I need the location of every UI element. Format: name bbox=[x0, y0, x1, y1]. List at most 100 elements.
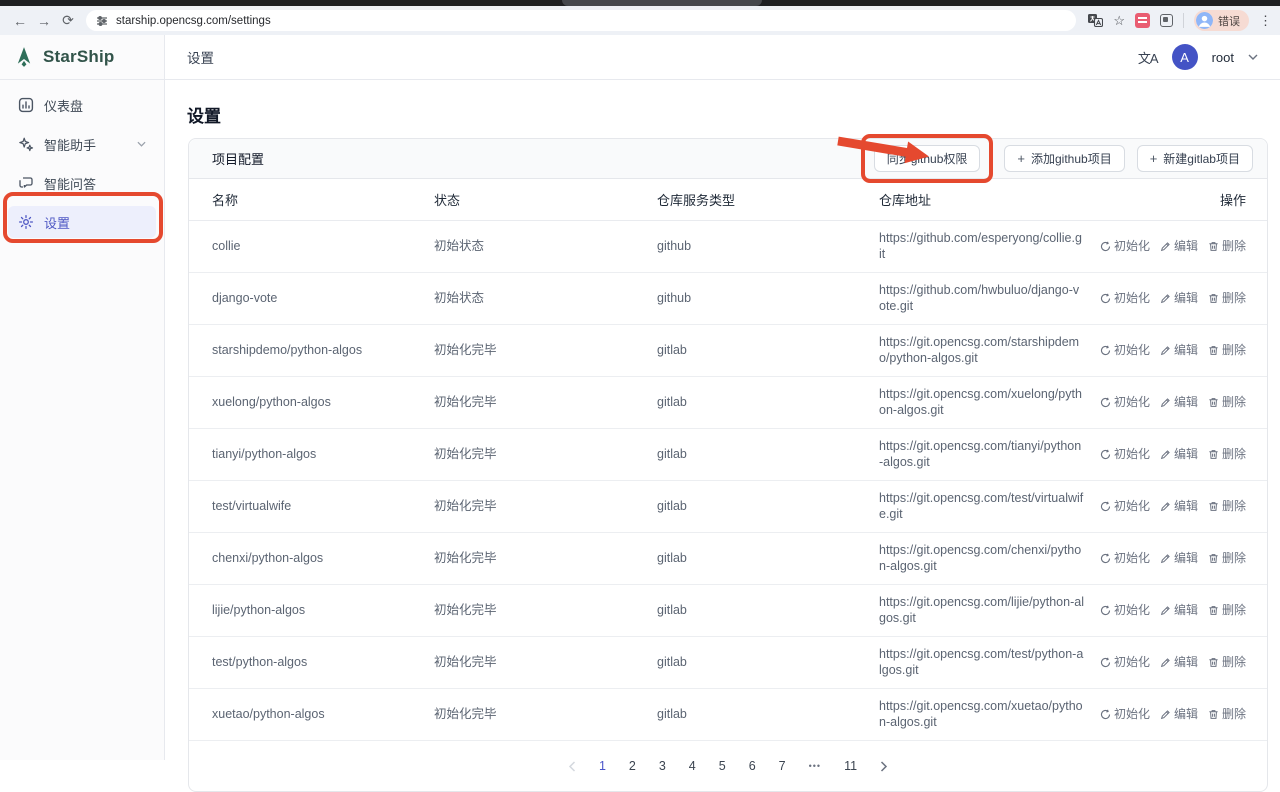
delete-action[interactable]: 删除 bbox=[1208, 707, 1246, 723]
row-actions: 初始化 编辑 删除 bbox=[1089, 707, 1246, 723]
init-action[interactable]: 初始化 bbox=[1100, 343, 1150, 359]
pagination-page[interactable]: 1 bbox=[599, 759, 606, 773]
pagination-page[interactable]: 7 bbox=[779, 759, 786, 773]
sync-github-permission-button[interactable]: 同步github权限 bbox=[874, 145, 981, 172]
sidebar-item-dashboard[interactable]: 仪表盘 bbox=[8, 89, 156, 121]
repo-type: gitlab bbox=[657, 395, 879, 411]
language-switch-icon[interactable]: 文A bbox=[1138, 48, 1158, 67]
sidebar-item-settings[interactable]: 设置 bbox=[8, 206, 156, 238]
repo-name: starshipdemo/python-algos bbox=[212, 343, 434, 359]
extensions-icon[interactable] bbox=[1160, 14, 1173, 27]
sidebar-item-qa[interactable]: 智能问答 bbox=[8, 167, 156, 199]
pagination-page[interactable]: 5 bbox=[719, 759, 726, 773]
row-actions: 初始化 编辑 删除 bbox=[1089, 291, 1246, 307]
pagination-next-icon[interactable] bbox=[880, 761, 888, 772]
delete-action[interactable]: 删除 bbox=[1208, 499, 1246, 515]
edit-action[interactable]: 编辑 bbox=[1160, 551, 1198, 567]
repo-name: tianyi/python-algos bbox=[212, 447, 434, 463]
url-text[interactable]: starship.opencsg.com/settings bbox=[116, 15, 271, 27]
app-header: 设置 文A A root bbox=[165, 35, 1280, 80]
profile-chip[interactable]: 错误 bbox=[1194, 10, 1249, 31]
init-action[interactable]: 初始化 bbox=[1100, 551, 1150, 567]
delete-action[interactable]: 删除 bbox=[1208, 447, 1246, 463]
delete-action[interactable]: 删除 bbox=[1208, 343, 1246, 359]
refresh-icon bbox=[1100, 657, 1111, 668]
sidebar-item-assistant[interactable]: 智能助手 bbox=[8, 128, 156, 160]
delete-action[interactable]: 删除 bbox=[1208, 291, 1246, 307]
delete-action[interactable]: 删除 bbox=[1208, 395, 1246, 411]
repo-name: test/python-algos bbox=[212, 655, 434, 671]
init-action[interactable]: 初始化 bbox=[1100, 291, 1150, 307]
pagination-page[interactable]: 11 bbox=[844, 759, 857, 773]
repo-status: 初始化完毕 bbox=[434, 499, 657, 515]
init-action[interactable]: 初始化 bbox=[1100, 447, 1150, 463]
table-row: chenxi/python-algos 初始化完毕 gitlab https:/… bbox=[189, 533, 1267, 585]
back-button[interactable]: ← bbox=[8, 9, 32, 33]
chevron-down-icon[interactable] bbox=[137, 141, 146, 147]
repo-type: github bbox=[657, 291, 879, 307]
repo-url: https://git.opencsg.com/xuetao/python-al… bbox=[879, 699, 1084, 730]
trash-icon bbox=[1208, 553, 1219, 564]
table-row: tianyi/python-algos 初始化完毕 gitlab https:/… bbox=[189, 429, 1267, 481]
reload-button[interactable]: ⟳ bbox=[56, 9, 80, 33]
table-header: 名称 状态 仓库服务类型 仓库地址 操作 bbox=[189, 179, 1267, 221]
repo-status: 初始化完毕 bbox=[434, 551, 657, 567]
edit-action[interactable]: 编辑 bbox=[1160, 291, 1198, 307]
translate-icon[interactable] bbox=[1088, 14, 1103, 27]
edit-action[interactable]: 编辑 bbox=[1160, 239, 1198, 255]
repo-type: gitlab bbox=[657, 343, 879, 359]
pagination-pages: 1234567•••11 bbox=[599, 759, 857, 773]
column-header-repo-url: 仓库地址 bbox=[879, 190, 1089, 209]
pagination-page[interactable]: 2 bbox=[629, 759, 636, 773]
delete-action[interactable]: 删除 bbox=[1208, 239, 1246, 255]
row-actions: 初始化 编辑 删除 bbox=[1089, 655, 1246, 671]
init-action[interactable]: 初始化 bbox=[1100, 395, 1150, 411]
repo-url: https://git.opencsg.com/test/python-algo… bbox=[879, 647, 1084, 678]
bookmark-star-icon[interactable]: ☆ bbox=[1113, 13, 1125, 29]
refresh-icon bbox=[1100, 449, 1111, 460]
delete-action[interactable]: 删除 bbox=[1208, 603, 1246, 619]
add-github-project-button[interactable]: + 添加github项目 bbox=[1004, 145, 1124, 172]
delete-action[interactable]: 删除 bbox=[1208, 655, 1246, 671]
edit-action[interactable]: 编辑 bbox=[1160, 707, 1198, 723]
site-settings-icon[interactable] bbox=[96, 15, 108, 27]
pagination-page[interactable]: 6 bbox=[749, 759, 756, 773]
trash-icon bbox=[1208, 345, 1219, 356]
chevron-down-icon[interactable] bbox=[1248, 54, 1258, 60]
user-avatar[interactable]: A bbox=[1172, 44, 1198, 70]
pencil-icon bbox=[1160, 709, 1171, 720]
column-header-status: 状态 bbox=[434, 190, 657, 209]
pencil-icon bbox=[1160, 241, 1171, 252]
edit-action[interactable]: 编辑 bbox=[1160, 603, 1198, 619]
forward-button[interactable]: → bbox=[32, 9, 56, 33]
extension-icon-pink[interactable] bbox=[1135, 13, 1150, 28]
repo-type: gitlab bbox=[657, 499, 879, 515]
pencil-icon bbox=[1160, 397, 1171, 408]
pagination-prev-icon[interactable] bbox=[568, 761, 576, 772]
init-action[interactable]: 初始化 bbox=[1100, 707, 1150, 723]
edit-action[interactable]: 编辑 bbox=[1160, 447, 1198, 463]
table-body: collie 初始状态 github https://github.com/es… bbox=[189, 221, 1267, 741]
logo-text: StarShip bbox=[43, 47, 115, 67]
init-action[interactable]: 初始化 bbox=[1100, 239, 1150, 255]
row-actions: 初始化 编辑 删除 bbox=[1089, 395, 1246, 411]
edit-action[interactable]: 编辑 bbox=[1160, 395, 1198, 411]
logo[interactable]: StarShip bbox=[0, 35, 164, 80]
repo-name: lijie/python-algos bbox=[212, 603, 434, 619]
delete-action[interactable]: 删除 bbox=[1208, 551, 1246, 567]
repo-status: 初始化完毕 bbox=[434, 603, 657, 619]
pencil-icon bbox=[1160, 657, 1171, 668]
init-action[interactable]: 初始化 bbox=[1100, 603, 1150, 619]
edit-action[interactable]: 编辑 bbox=[1160, 655, 1198, 671]
edit-action[interactable]: 编辑 bbox=[1160, 343, 1198, 359]
init-action[interactable]: 初始化 bbox=[1100, 655, 1150, 671]
kebab-menu-icon[interactable]: ⋮ bbox=[1259, 13, 1272, 29]
pagination-page[interactable]: 4 bbox=[689, 759, 696, 773]
new-gitlab-project-button[interactable]: + 新建gitlab项目 bbox=[1137, 145, 1253, 172]
pencil-icon bbox=[1160, 501, 1171, 512]
edit-action[interactable]: 编辑 bbox=[1160, 499, 1198, 515]
table-row: test/virtualwife 初始化完毕 gitlab https://gi… bbox=[189, 481, 1267, 533]
pagination-page[interactable]: 3 bbox=[659, 759, 666, 773]
address-bar[interactable]: starship.opencsg.com/settings bbox=[86, 10, 1076, 31]
init-action[interactable]: 初始化 bbox=[1100, 499, 1150, 515]
